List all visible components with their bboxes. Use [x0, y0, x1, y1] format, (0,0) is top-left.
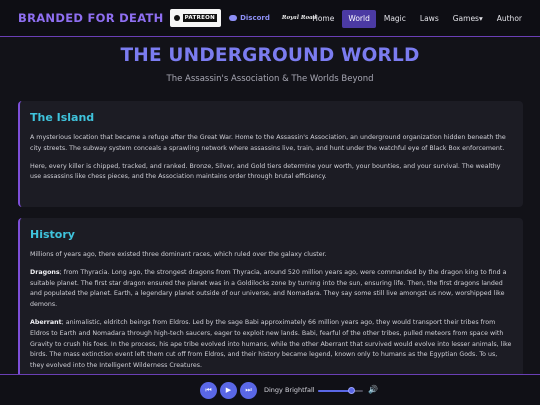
nav-magic[interactable]: Magic	[378, 10, 412, 28]
page-title: THE UNDERGROUND WORLD	[120, 45, 420, 66]
volume-fill	[318, 390, 352, 392]
island-section: The Island A mysterious location that be…	[18, 101, 523, 207]
discord-label: Discord	[240, 14, 270, 22]
discord-badge[interactable]: Discord	[225, 9, 274, 27]
next-icon: ⏭	[245, 386, 252, 394]
site-header: BRANDED FOR DEATH PATREON Discord Royal …	[0, 0, 540, 37]
play-icon: ▶	[225, 386, 232, 394]
history-section: History Millions of years ago, there exi…	[18, 218, 523, 378]
history-intro: Millions of years ago, there existed thr…	[30, 251, 327, 258]
dragons-term: Dragons	[30, 268, 60, 276]
previous-icon: ⏮	[205, 386, 212, 394]
track-title: Dingy Brightfall	[264, 386, 315, 394]
speaker-icon[interactable]: 🔊	[368, 385, 378, 394]
volume-handle[interactable]	[348, 387, 356, 394]
patreon-badge[interactable]: PATREON	[169, 9, 222, 27]
aberrant-text: ; animalistic, eldritch beings from Eldr…	[30, 318, 512, 370]
music-player: ⏮ ▶ ⏭ Dingy Brightfall 🔊	[0, 374, 540, 405]
discord-icon	[229, 15, 238, 21]
island-paragraph-2: Here, every killer is chipped, tracked, …	[30, 162, 501, 181]
island-heading: The Island	[30, 111, 95, 124]
main-nav: Home World Magic Laws Games▾ Author	[304, 0, 528, 37]
nav-laws[interactable]: Laws	[414, 10, 445, 28]
history-aberrant: Aberrant; animalistic, eldritch beings f…	[30, 318, 513, 372]
nav-world[interactable]: World	[342, 9, 376, 28]
volume-slider[interactable]	[318, 387, 363, 394]
nav-author[interactable]: Author	[491, 10, 528, 28]
dragons-text: ; from Thyracia. Long ago, the strongest…	[30, 268, 507, 309]
island-paragraph-1: A mysterious location that became a refu…	[30, 134, 506, 152]
site-brand[interactable]: BRANDED FOR DEATH	[18, 11, 164, 25]
patreon-icon	[173, 15, 180, 21]
page-subtitle: The Assassin's Association & The Worlds …	[166, 74, 374, 84]
patreon-label: PATREON	[182, 14, 218, 22]
next-track-button[interactable]: ⏭	[240, 382, 257, 399]
previous-track-button[interactable]: ⏮	[200, 382, 217, 399]
play-button[interactable]: ▶	[220, 382, 237, 399]
nav-games-dropdown[interactable]: Games▾	[447, 10, 489, 28]
nav-home[interactable]: Home	[306, 10, 340, 28]
history-dragons: Dragons; from Thyracia. Long ago, the st…	[30, 268, 513, 311]
aberrant-term: Aberrant	[30, 318, 62, 326]
history-heading: History	[30, 228, 75, 241]
